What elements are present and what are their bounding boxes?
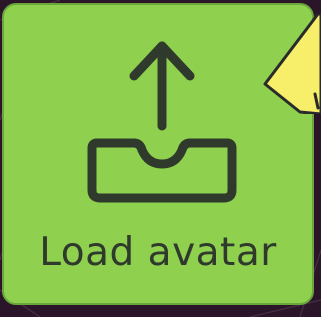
avatar-panel: Load avatar (0, 0, 321, 317)
upload-icon (87, 41, 237, 203)
load-avatar-label: Load avatar (39, 230, 277, 275)
warning-icon[interactable] (260, 14, 321, 114)
